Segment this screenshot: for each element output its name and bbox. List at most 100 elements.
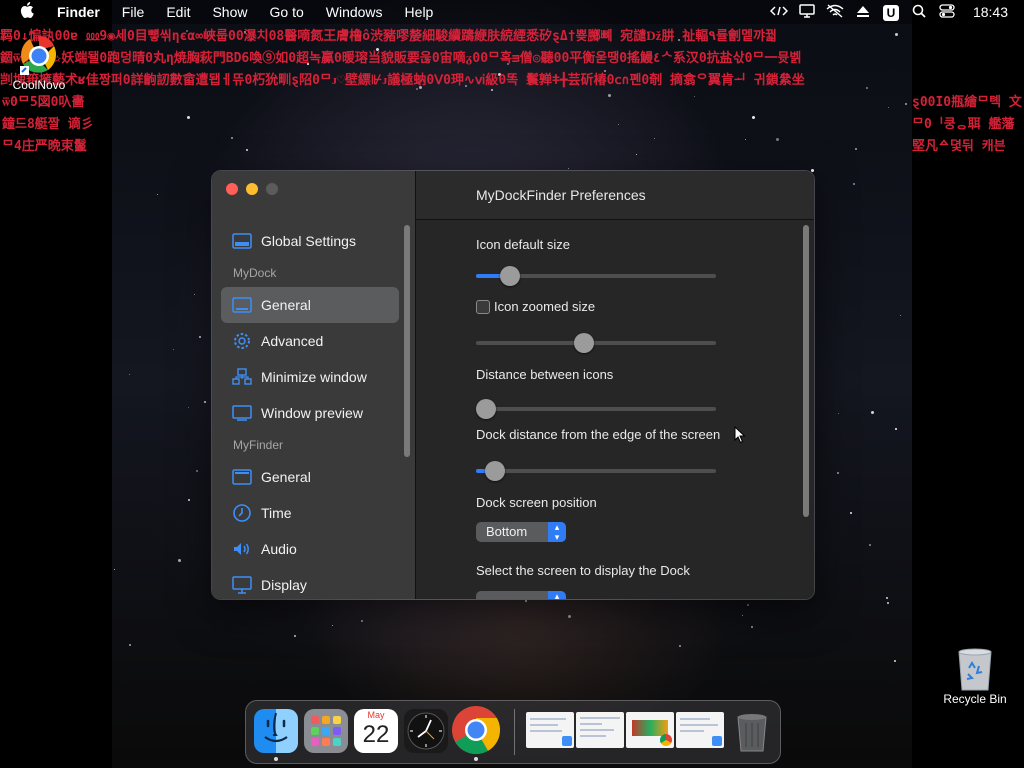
slider-knob[interactable]	[475, 399, 496, 419]
dock-window-thumbnail[interactable]	[576, 712, 624, 748]
sidebar-section-mydock: MyDock	[233, 266, 277, 280]
slider-knob[interactable]	[485, 461, 506, 481]
menubar-clock[interactable]: 18:43	[973, 4, 1008, 20]
sidebar-list: Global Settings MyDock General Advanced …	[221, 223, 399, 599]
calendar-month: May	[367, 710, 385, 720]
finder-general-icon	[232, 467, 252, 487]
recycle-bin-label: Recycle Bin	[943, 692, 1007, 706]
matrix-text-row: ᄆ0ᅵ쿵ᆼ聑 艦藩	[912, 117, 1015, 132]
menu-windows[interactable]: Windows	[315, 4, 394, 20]
wifi-off-icon[interactable]	[821, 3, 849, 21]
star	[230, 137, 233, 140]
star	[885, 597, 888, 599]
content-scrollbar[interactable]	[803, 225, 809, 517]
chrome-badge-icon	[660, 734, 672, 746]
menu-help[interactable]: Help	[394, 4, 445, 20]
dock-trash-icon[interactable]	[730, 709, 774, 753]
dock-running-indicator	[474, 757, 478, 761]
coolnovo-app-icon	[16, 32, 62, 78]
sidebar-item-audio[interactable]: Audio	[221, 531, 399, 567]
star	[293, 634, 296, 637]
star	[893, 659, 896, 662]
dock-window-thumbnail[interactable]	[526, 712, 574, 748]
matrix-text-row: ȿ00I0瓶繪ᄆ톅 文	[912, 95, 1022, 110]
icon-zoomed-size-checkbox[interactable]	[476, 300, 490, 314]
sidebar-item-label: Display	[261, 577, 307, 593]
menu-file[interactable]: File	[111, 4, 156, 20]
preferences-window: Global Settings MyDock General Advanced …	[211, 170, 815, 600]
distance-between-icons-slider[interactable]	[475, 399, 716, 419]
window-preview-icon	[232, 403, 252, 423]
search-icon[interactable]	[905, 4, 933, 21]
icon-default-size-label: Icon default size	[476, 237, 570, 252]
matrix-text-row: ᄆ4庄严晩束鬣	[2, 139, 87, 154]
icon-zoomed-size-slider[interactable]	[476, 333, 716, 353]
sidebar-item-label: Global Settings	[261, 233, 356, 249]
star	[203, 400, 206, 403]
sidebar-item-myfinder-general[interactable]: General	[221, 459, 399, 495]
slider-knob[interactable]	[499, 266, 520, 286]
sidebar-item-label: Time	[261, 505, 292, 521]
close-button[interactable]	[226, 183, 238, 195]
dock-calendar-icon[interactable]: May 22	[354, 709, 398, 753]
control-center-icon[interactable]	[933, 3, 961, 21]
star	[750, 625, 753, 628]
u-badge-icon[interactable]: U	[877, 4, 905, 21]
sidebar-item-time[interactable]: Time	[221, 495, 399, 531]
dock-position-select[interactable]: Bottom ▴ ▾	[476, 522, 566, 542]
menu-app-finder[interactable]: Finder	[46, 4, 111, 20]
dock-launchpad-icon[interactable]	[304, 709, 348, 753]
star	[128, 373, 130, 375]
desktop-icon-recycle-bin[interactable]: Recycle Bin	[940, 644, 1010, 706]
matrix-text-row: 鐘드8艇짤 谪彡	[2, 117, 94, 132]
clock-icon	[232, 503, 252, 523]
dock-window-thumbnail[interactable]	[676, 712, 724, 748]
display-settings-icon	[232, 231, 252, 251]
dock-window-thumbnail[interactable]	[626, 712, 674, 748]
sidebar-item-window-preview[interactable]: Window preview	[221, 395, 399, 431]
sidebar-item-global-settings[interactable]: Global Settings	[221, 223, 399, 259]
star	[568, 614, 572, 618]
minimize-button[interactable]	[246, 183, 258, 195]
star	[653, 137, 655, 139]
menu-bar: Finder File Edit Show Go to Windows Help…	[0, 0, 1024, 24]
slider-knob[interactable]	[574, 333, 594, 353]
calendar-day: 22	[362, 721, 390, 748]
dock-clock-icon[interactable]	[404, 709, 448, 753]
icon-default-size-slider[interactable]	[476, 266, 716, 286]
sidebar-section-myfinder: MyFinder	[233, 438, 284, 452]
display-icon[interactable]	[793, 3, 821, 21]
sidebar-item-mydock-general[interactable]: General	[221, 287, 399, 323]
code-arrows-icon[interactable]	[765, 4, 793, 20]
menu-edit[interactable]: Edit	[155, 4, 201, 20]
menu-show[interactable]: Show	[201, 4, 258, 20]
star	[852, 182, 855, 185]
star	[744, 138, 746, 140]
menu-go-to[interactable]: Go to	[259, 4, 315, 20]
sidebar-item-display[interactable]: Display	[221, 567, 399, 599]
apple-menu-icon[interactable]	[8, 1, 46, 23]
sidebar-item-advanced[interactable]: Advanced	[221, 323, 399, 359]
desktop-icon-coolnovo[interactable]: CoolNovo	[8, 32, 70, 92]
dock-chrome-icon[interactable]	[451, 705, 501, 755]
star	[746, 603, 749, 606]
star	[607, 93, 611, 97]
dock-finder-icon[interactable]	[254, 709, 298, 753]
dock-position-label: Dock screen position	[476, 495, 597, 510]
sidebar-scrollbar[interactable]	[404, 225, 410, 457]
screen-select[interactable]: ▴▾	[476, 591, 566, 599]
star	[836, 472, 839, 475]
sidebar-item-minimize-window[interactable]: Minimize window	[221, 359, 399, 395]
select-screen-label: Select the screen to display the Dock	[476, 563, 690, 578]
minimize-window-icon	[232, 367, 252, 387]
settings-panel: Icon default size Icon zoomed size Dista…	[416, 219, 814, 599]
dock-distance-slider[interactable]	[476, 461, 716, 481]
star	[193, 294, 195, 296]
window-title: MyDockFinder Preferences	[416, 171, 814, 220]
eject-icon[interactable]	[849, 4, 877, 21]
star	[868, 543, 871, 546]
zoom-button[interactable]	[266, 183, 278, 195]
gear-icon	[232, 331, 252, 351]
speaker-icon	[232, 539, 252, 559]
dock-position-value: Bottom	[486, 524, 528, 539]
